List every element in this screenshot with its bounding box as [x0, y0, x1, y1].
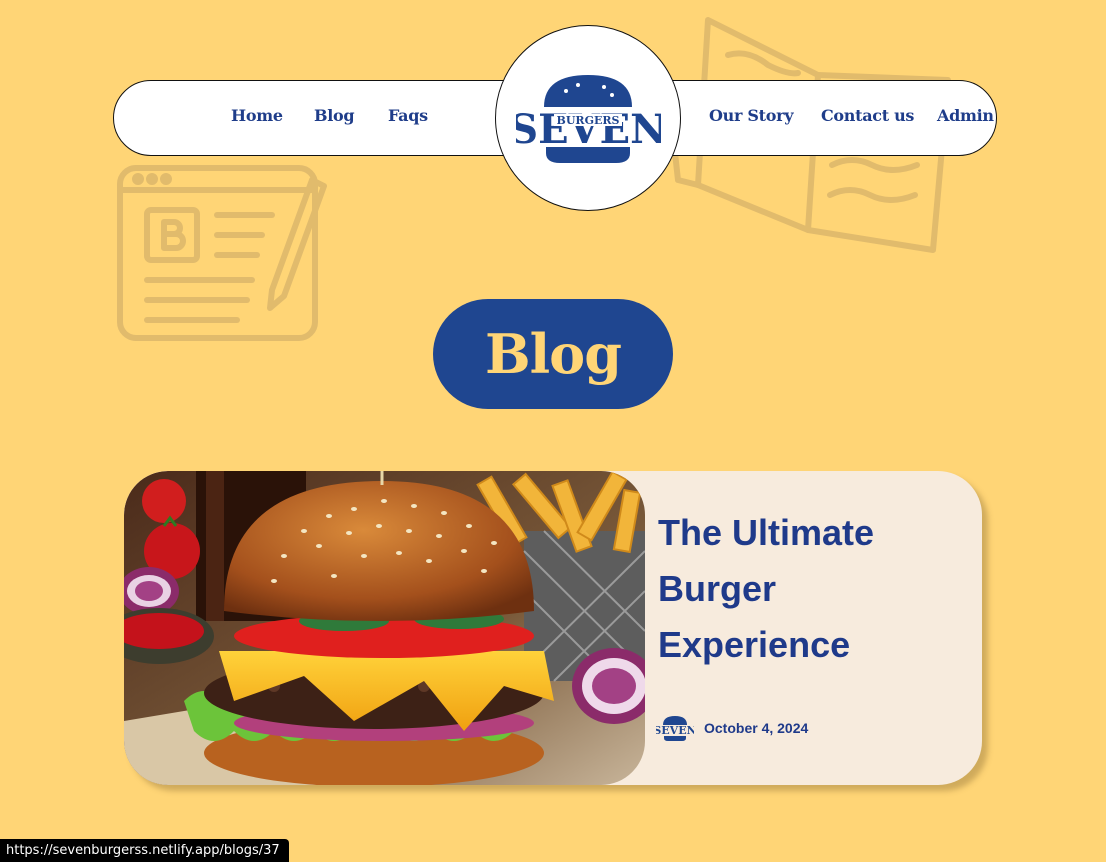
notebook-doodle-icon [112, 150, 332, 350]
nav-link-blog[interactable]: Blog [314, 106, 355, 125]
nav-link-home[interactable]: Home [231, 106, 283, 125]
post-meta: SEVEN October 4, 2024 [656, 715, 808, 741]
page-title: Blog [433, 299, 673, 409]
svg-text:SEVEN: SEVEN [656, 724, 694, 737]
nav-link-contact-us[interactable]: Contact us [821, 106, 914, 125]
burger-image [124, 471, 645, 785]
svg-text:BURGERS: BURGERS [557, 114, 620, 127]
author-logo-icon: SEVEN [656, 716, 694, 741]
site-logo[interactable]: SEVEN BURGERS [495, 25, 681, 211]
post-date: October 4, 2024 [704, 720, 809, 736]
post-title[interactable]: The Ultimate Burger Experience [658, 505, 958, 673]
blog-post-card[interactable]: The Ultimate Burger Experience SEVEN Oct… [124, 471, 982, 785]
nav-link-admin[interactable]: Admin [937, 106, 994, 125]
status-bar-url: https://sevenburgerss.netlify.app/blogs/… [0, 839, 289, 862]
nav-link-faqs[interactable]: Faqs [388, 106, 428, 125]
nav-link-our-story[interactable]: Our Story [709, 106, 794, 125]
